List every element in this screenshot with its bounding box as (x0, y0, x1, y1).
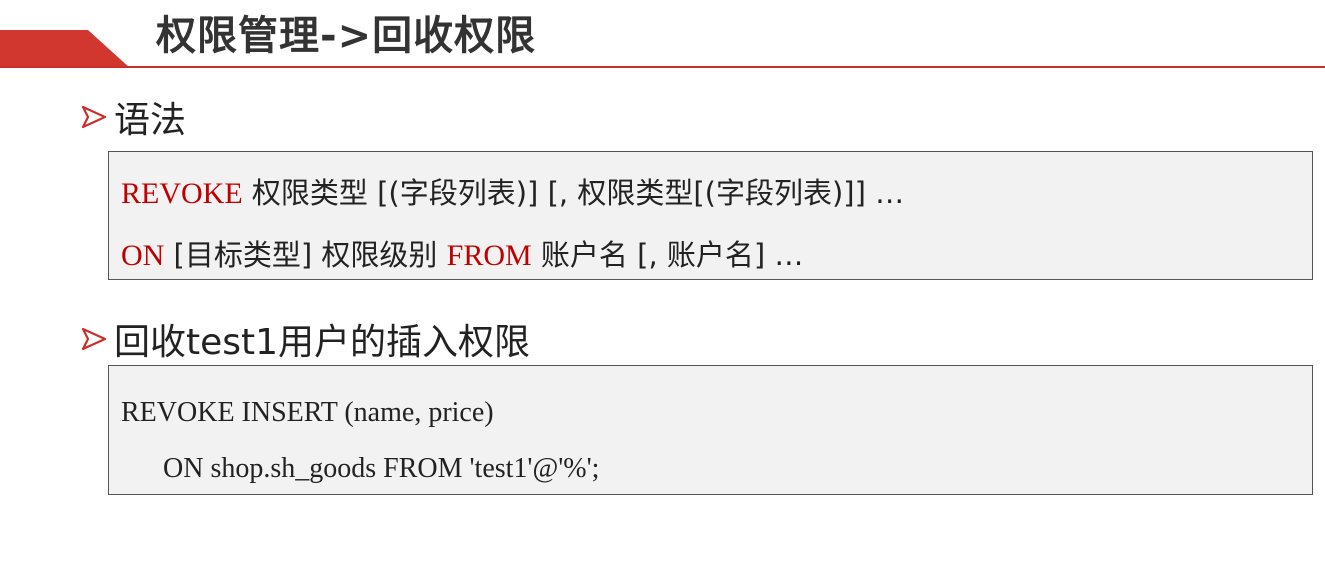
keyword-from: FROM (446, 239, 532, 272)
header-accent-bar (0, 30, 130, 68)
example-code-box: REVOKE INSERT (name, price) ON shop.sh_g… (108, 365, 1313, 495)
arrow-bullet-icon (78, 324, 108, 354)
keyword-on: ON (121, 239, 165, 272)
syntax-code-box: REVOKE 权限类型 [(字段列表)] [, 权限类型[(字段列表)]] … … (108, 151, 1313, 280)
keyword-revoke: REVOKE (121, 177, 243, 210)
section-heading-example: 回收test1用户的插入权限 (78, 316, 531, 363)
section-heading-text: 回收test1用户的插入权限 (114, 322, 531, 363)
header-divider (0, 66, 1325, 68)
syntax-text: 账户名 [, 账户名] … (531, 238, 804, 272)
syntax-line: REVOKE 权限类型 [(字段列表)] [, 权限类型[(字段列表)]] … (121, 174, 904, 213)
section-heading-text: 语法 (114, 100, 187, 141)
example-code-line: ON shop.sh_goods FROM 'test1'@'%'; (163, 453, 600, 484)
example-code-line: REVOKE INSERT (name, price) (121, 397, 494, 428)
syntax-text: 权限类型 [(字段列表)] [, 权限类型[(字段列表)]] … (242, 176, 905, 210)
arrow-bullet-icon (78, 102, 108, 132)
section-heading-syntax: 语法 (78, 94, 187, 141)
page-title: 权限管理->回收权限 (156, 13, 537, 59)
syntax-text: [目标类型] 权限级别 (164, 238, 447, 272)
syntax-line: ON [目标类型] 权限级别 FROM 账户名 [, 账户名] … (121, 236, 803, 275)
